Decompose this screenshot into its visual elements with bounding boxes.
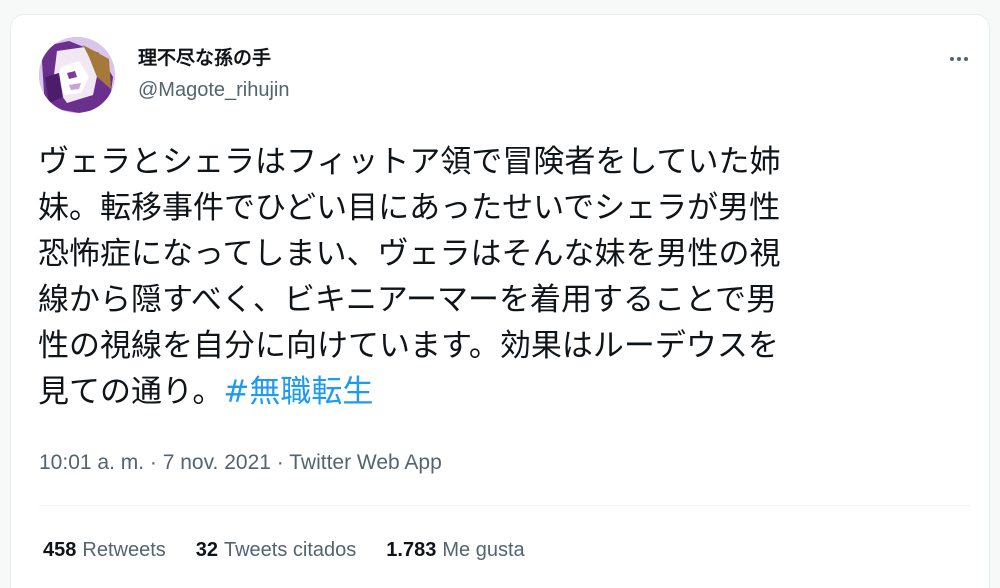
user-handle[interactable]: @Magote_rihujin bbox=[138, 79, 290, 102]
divider bbox=[39, 505, 971, 506]
tweet-metadata: 10:01 a. m. · 7 nov. 2021 · Twitter Web … bbox=[39, 451, 442, 475]
more-options-icon[interactable] bbox=[939, 45, 979, 73]
likes-label: Me gusta bbox=[442, 539, 525, 561]
tweet-date[interactable]: 7 nov. 2021 bbox=[163, 451, 271, 474]
avatar-illustration bbox=[39, 37, 115, 113]
quote-tweets-label: Tweets citados bbox=[224, 539, 357, 561]
tweet-text-line: 性の視線を自分に向けています。効果はルーデウスを bbox=[38, 328, 779, 364]
tweet-text-line: ヴェラとシェラはフィットア領で冒険者をしていた姉 bbox=[38, 144, 781, 180]
tweet-card: 理不尽な孫の手 @Magote_rihujin ヴェラとシェラはフィットア領で冒… bbox=[10, 14, 990, 588]
quote-tweets-stat[interactable]: 32 Tweets citados bbox=[196, 539, 357, 562]
retweets-stat[interactable]: 458 Retweets bbox=[43, 539, 166, 562]
meta-separator: · bbox=[270, 451, 290, 474]
tweet-text-line: 線から隠すべく、ビキニアーマーを着用することで男 bbox=[38, 282, 778, 318]
likes-stat[interactable]: 1.783 Me gusta bbox=[386, 539, 524, 562]
engagement-stats: 458 Retweets 32 Tweets citados 1.783 Me gus… bbox=[43, 539, 525, 562]
tweet-time[interactable]: 10:01 a. m. bbox=[39, 451, 144, 474]
tweet-text-line: 恐怖症になってしまい、ヴェラはそんな妹を男性の視 bbox=[38, 236, 781, 272]
meta-separator: · bbox=[144, 451, 163, 474]
tweet-text-line: 妹。転移事件でひどい目にあったせいでシェラが男性 bbox=[38, 190, 781, 226]
display-name[interactable]: 理不尽な孫の手 bbox=[138, 43, 271, 70]
tweet-source-link[interactable]: Twitter Web App bbox=[289, 451, 442, 474]
likes-count: 1.783 bbox=[386, 539, 437, 561]
quote-tweets-count: 32 bbox=[195, 539, 218, 561]
hashtag-link[interactable]: #無職転生 bbox=[223, 374, 373, 410]
retweets-count: 458 bbox=[43, 539, 77, 561]
tweet-text-last-line: 見ての通り。#無職転生 bbox=[38, 369, 968, 415]
tweet-text-line: 見ての通り。 bbox=[38, 374, 224, 410]
tweet-text: ヴェラとシェラはフィットア領で冒険者をしていた姉 妹。転移事件でひどい目にあった… bbox=[38, 139, 968, 415]
avatar[interactable] bbox=[39, 37, 115, 113]
retweets-label: Retweets bbox=[82, 539, 166, 561]
